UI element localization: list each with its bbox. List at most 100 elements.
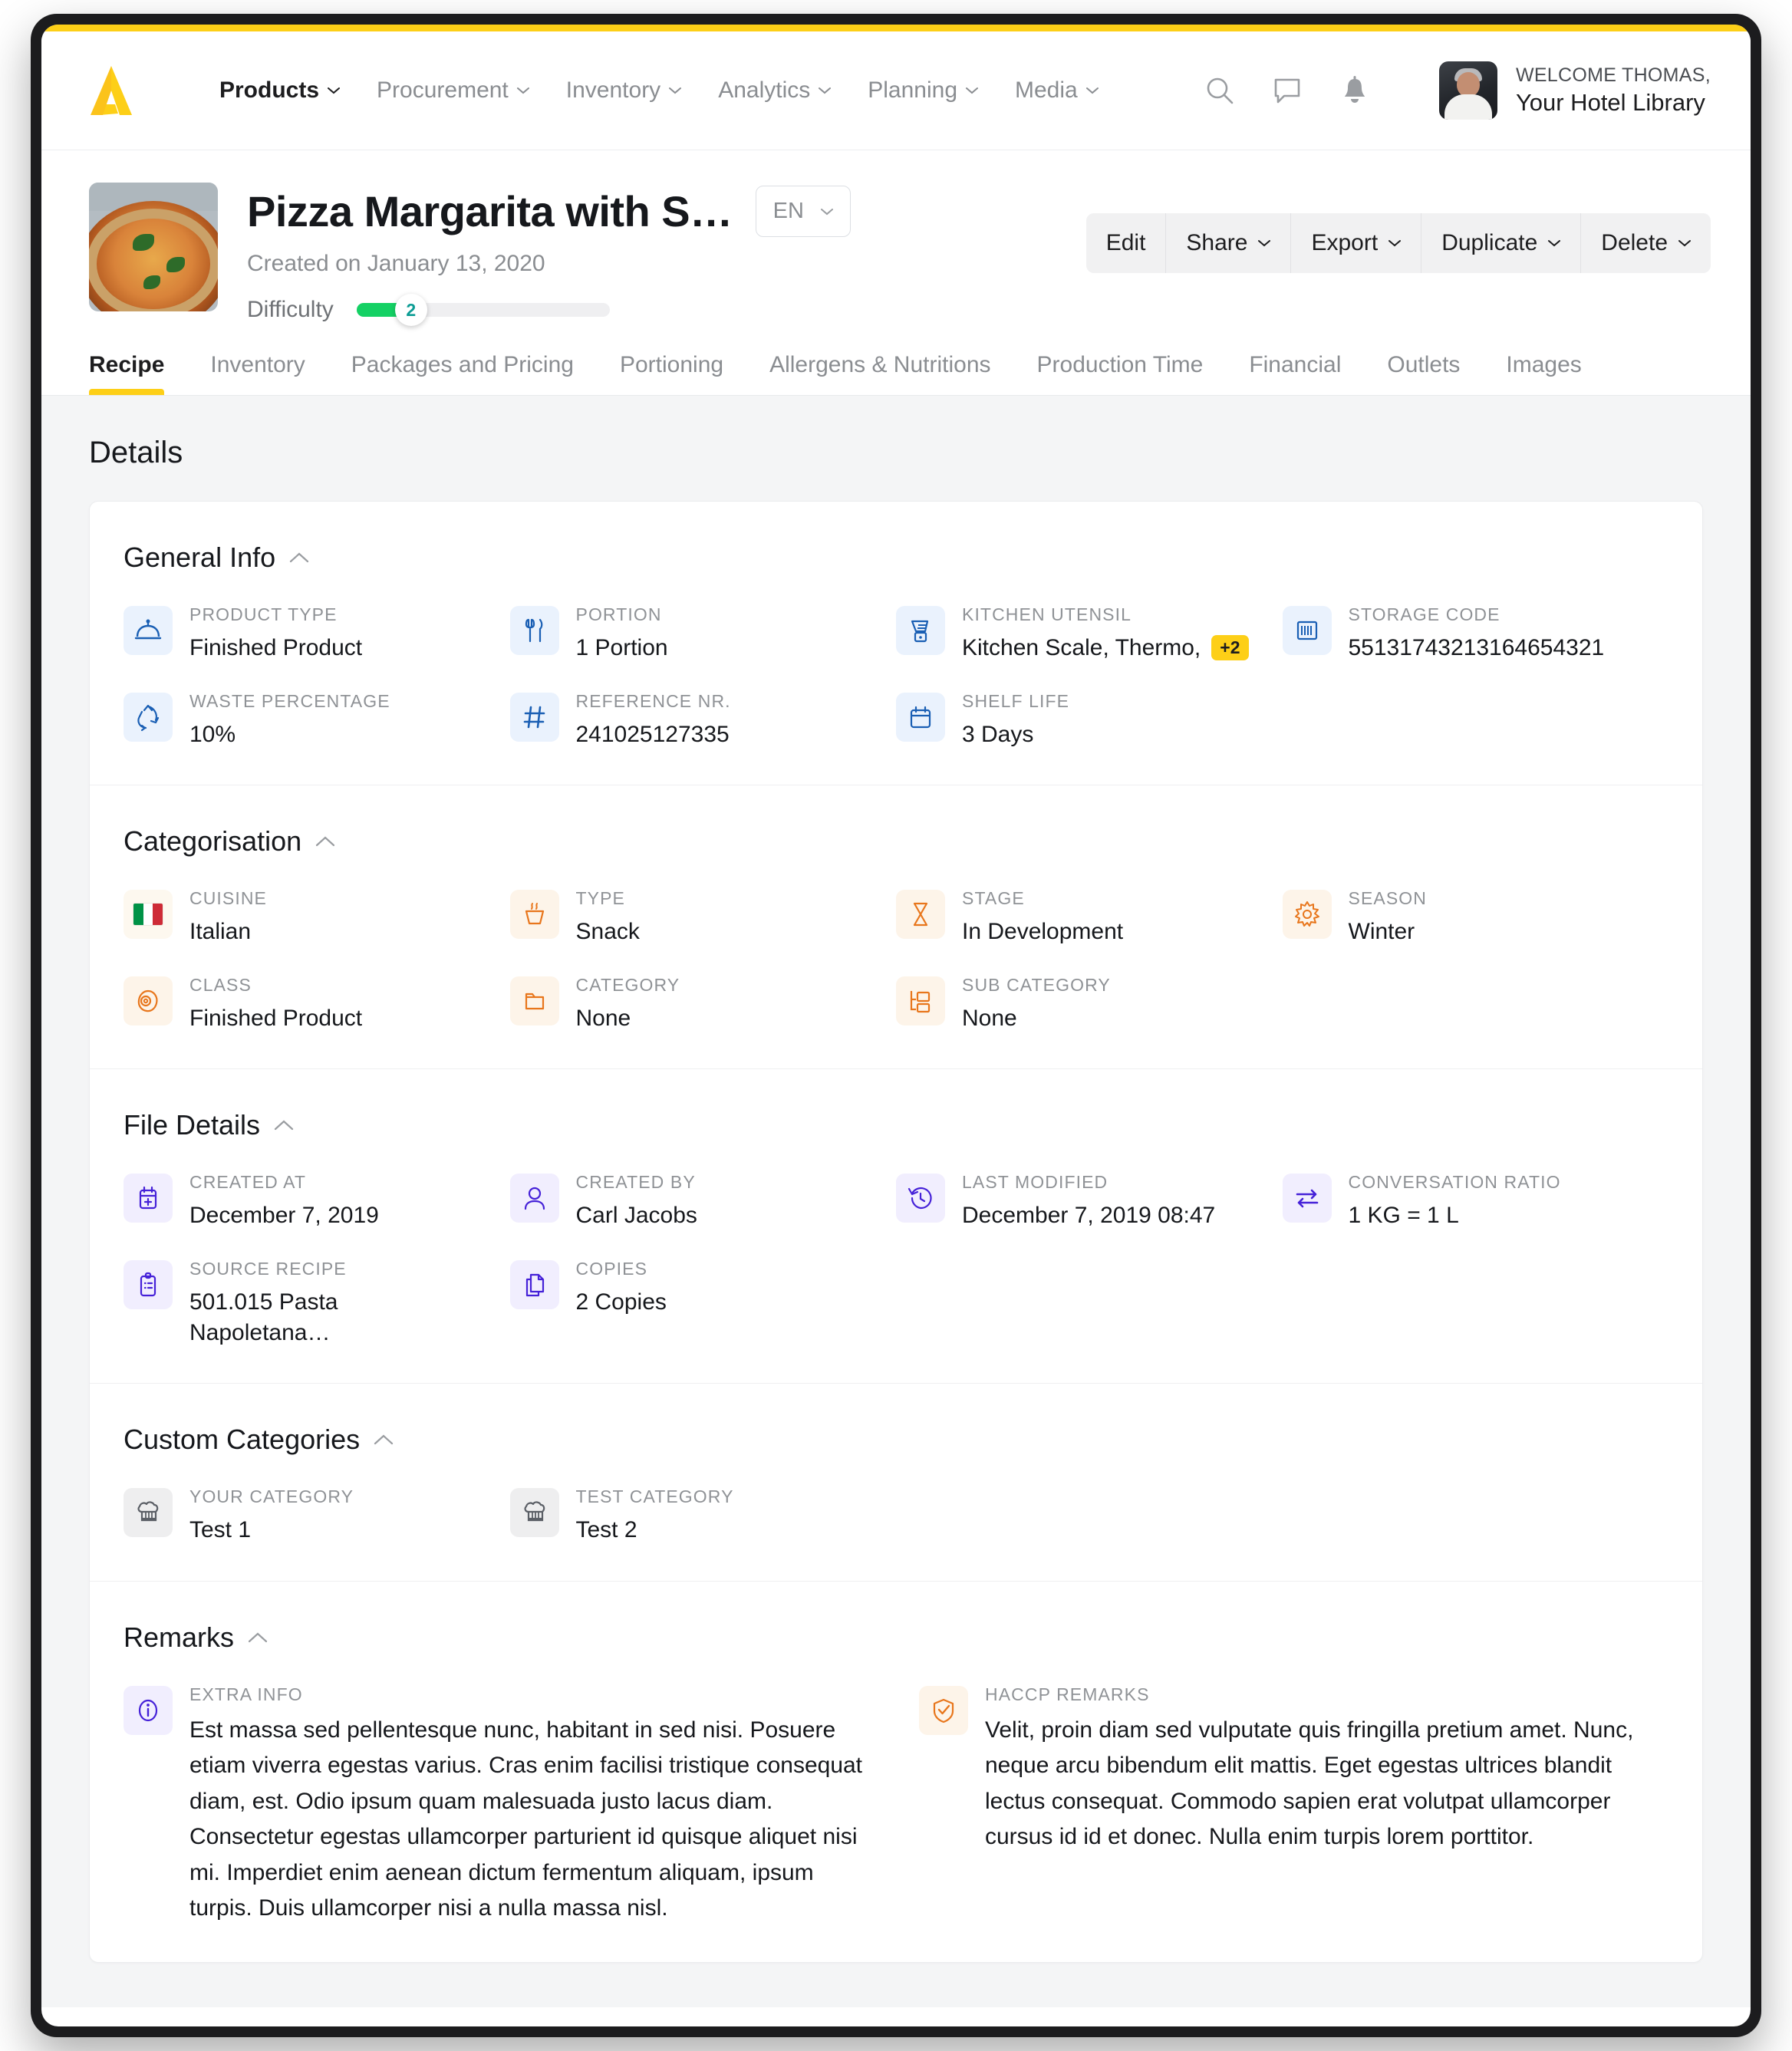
field-value-text: 3 Days bbox=[962, 721, 1034, 747]
custom-categories-header[interactable]: Custom Categories bbox=[124, 1424, 394, 1456]
pizza-margarita-thumbnail[interactable] bbox=[89, 183, 218, 311]
user-text: WELCOME THOMAS, Your Hotel Library bbox=[1516, 63, 1711, 118]
action-label: Export bbox=[1311, 230, 1379, 255]
chevron-up-icon bbox=[274, 1120, 294, 1131]
overflow-count-badge[interactable]: +2 bbox=[1211, 635, 1249, 661]
bell-icon[interactable] bbox=[1339, 75, 1370, 106]
chevron-up-icon bbox=[248, 1632, 268, 1642]
tab-allergens-nutritions[interactable]: Allergens & Nutritions bbox=[769, 352, 990, 395]
tab-images[interactable]: Images bbox=[1506, 352, 1581, 395]
avatar[interactable] bbox=[1438, 61, 1497, 120]
language-selector[interactable]: EN bbox=[755, 186, 851, 237]
details-content: Details General Info PRODUCT TYPE Finish… bbox=[41, 396, 1751, 2007]
menu-item-media[interactable]: Media bbox=[996, 77, 1117, 104]
remarks-header[interactable]: Remarks bbox=[124, 1621, 268, 1654]
field-value: Finished Product bbox=[189, 1003, 362, 1034]
field-value-text: In Development bbox=[962, 919, 1124, 945]
categorisation-header[interactable]: Categorisation bbox=[124, 825, 335, 858]
field-body: EXTRA INFO Est massa sed pellentesque nu… bbox=[189, 1683, 865, 1927]
tab-label: Outlets bbox=[1387, 352, 1461, 377]
menu-item-planning[interactable]: Planning bbox=[849, 77, 996, 104]
field-value-text: Snack bbox=[575, 919, 640, 945]
action-label: Duplicate bbox=[1441, 230, 1538, 255]
field-storage-code: STORAGE CODE 55131743213164654321 bbox=[1282, 603, 1669, 663]
duplicate-button[interactable]: Duplicate bbox=[1421, 213, 1582, 273]
field-body: STORAGE CODE 55131743213164654321 bbox=[1349, 603, 1605, 663]
field-body: REFERENCE NR. 241025127335 bbox=[576, 690, 731, 750]
field-value: None bbox=[576, 1003, 680, 1034]
device-frame: Products Procurement Inventory Analytics… bbox=[31, 14, 1761, 2037]
field-label: CREATED AT bbox=[189, 1172, 306, 1193]
field-cuisine: CUISINE Italian bbox=[124, 887, 510, 947]
shield-check-icon bbox=[919, 1685, 968, 1735]
field-copies: COPIES 2 Copies bbox=[509, 1257, 897, 1348]
menu-item-inventory[interactable]: Inventory bbox=[548, 77, 700, 104]
chat-icon[interactable] bbox=[1272, 75, 1303, 106]
field-class: CLASS Finished Product bbox=[124, 973, 510, 1034]
difficulty-value[interactable]: 2 bbox=[394, 294, 427, 326]
menu-item-label: Inventory bbox=[565, 77, 661, 103]
action-label: Delete bbox=[1601, 230, 1668, 255]
general-info-header[interactable]: General Info bbox=[124, 542, 309, 574]
file-details-header[interactable]: File Details bbox=[124, 1109, 294, 1141]
field-value: 10% bbox=[189, 719, 390, 750]
tab-inventory[interactable]: Inventory bbox=[210, 352, 305, 395]
app-screen: Products Procurement Inventory Analytics… bbox=[41, 25, 1751, 2026]
custom-categories-grid: YOUR CATEGORY Test 1 TEST CATEGORY Test … bbox=[124, 1485, 1668, 1546]
field-value: 2 Copies bbox=[576, 1287, 667, 1318]
field-label: EXTRA INFO bbox=[189, 1684, 303, 1704]
tab-portioning[interactable]: Portioning bbox=[620, 352, 723, 395]
tab-label: Recipe bbox=[89, 352, 165, 377]
field-label: REFERENCE NR. bbox=[575, 690, 731, 711]
field-value: 1 KG = 1 L bbox=[1349, 1200, 1561, 1231]
menu-item-procurement[interactable]: Procurement bbox=[358, 77, 548, 104]
barcode-icon bbox=[1282, 606, 1332, 655]
chevron-up-icon bbox=[374, 1434, 394, 1445]
export-button[interactable]: Export bbox=[1291, 213, 1422, 273]
cloche-icon bbox=[124, 606, 173, 655]
grid-filler bbox=[896, 1257, 1283, 1348]
tab-outlets[interactable]: Outlets bbox=[1387, 352, 1460, 395]
edit-button[interactable]: Edit bbox=[1086, 213, 1167, 273]
field-value: 1 Portion bbox=[576, 633, 668, 663]
field-created-by: CREATED BY Carl Jacobs bbox=[509, 1170, 897, 1231]
remarks-grid: EXTRA INFO Est massa sed pellentesque nu… bbox=[124, 1683, 1668, 1927]
sub-folder-tree-icon bbox=[896, 976, 945, 1026]
tab-recipe[interactable]: Recipe bbox=[89, 352, 165, 395]
field-label: PORTION bbox=[575, 604, 662, 624]
delete-button[interactable]: Delete bbox=[1581, 213, 1711, 273]
tab-packages-and-pricing[interactable]: Packages and Pricing bbox=[351, 352, 574, 395]
apicbase-logo[interactable] bbox=[89, 64, 133, 117]
info-icon bbox=[124, 1685, 173, 1735]
field-kitchen-utensil: KITCHEN UTENSIL Kitchen Scale, Thermo, +… bbox=[896, 603, 1283, 663]
field-portion: PORTION 1 Portion bbox=[509, 603, 897, 663]
field-value-text: 1 KG = 1 L bbox=[1348, 1203, 1459, 1229]
field-body: HACCP REMARKS Velit, proin diam sed vulp… bbox=[985, 1683, 1660, 1855]
field-value-text: None bbox=[962, 1005, 1017, 1031]
share-button[interactable]: Share bbox=[1166, 213, 1292, 273]
tab-financial[interactable]: Financial bbox=[1249, 352, 1341, 395]
field-value-text: 2 Copies bbox=[575, 1289, 667, 1315]
menu-item-label: Media bbox=[1015, 77, 1078, 103]
field-value: Snack bbox=[576, 917, 640, 947]
copy-icon bbox=[509, 1259, 559, 1309]
tab-label: Production Time bbox=[1036, 352, 1204, 377]
menu-item-label: Procurement bbox=[377, 77, 509, 103]
field-body: YOUR CATEGORY Test 1 bbox=[189, 1485, 354, 1546]
calendar-plus-icon bbox=[124, 1174, 173, 1223]
menu-item-products[interactable]: Products bbox=[201, 77, 358, 104]
field-reference-nr: REFERENCE NR. 241025127335 bbox=[509, 690, 897, 750]
user-block[interactable]: WELCOME THOMAS, Your Hotel Library bbox=[1438, 61, 1711, 120]
hourglass-icon bbox=[896, 890, 945, 940]
tab-production-time[interactable]: Production Time bbox=[1037, 352, 1204, 395]
library-name: Your Hotel Library bbox=[1515, 89, 1705, 117]
action-label: Edit bbox=[1105, 230, 1146, 255]
difficulty-label: Difficulty bbox=[247, 297, 334, 322]
search-icon[interactable] bbox=[1204, 75, 1235, 106]
field-last-modified: LAST MODIFIED December 7, 2019 08:47 bbox=[896, 1170, 1283, 1231]
menu-item-analytics[interactable]: Analytics bbox=[700, 77, 849, 104]
created-on-text: Created on January 13, 2020 bbox=[247, 251, 545, 276]
difficulty-slider[interactable]: 2 bbox=[356, 294, 610, 326]
section-custom-categories: Custom Categories YOUR CATEGORY Test 1 T… bbox=[90, 1384, 1702, 1582]
field-value-text: Winter bbox=[1348, 919, 1415, 945]
